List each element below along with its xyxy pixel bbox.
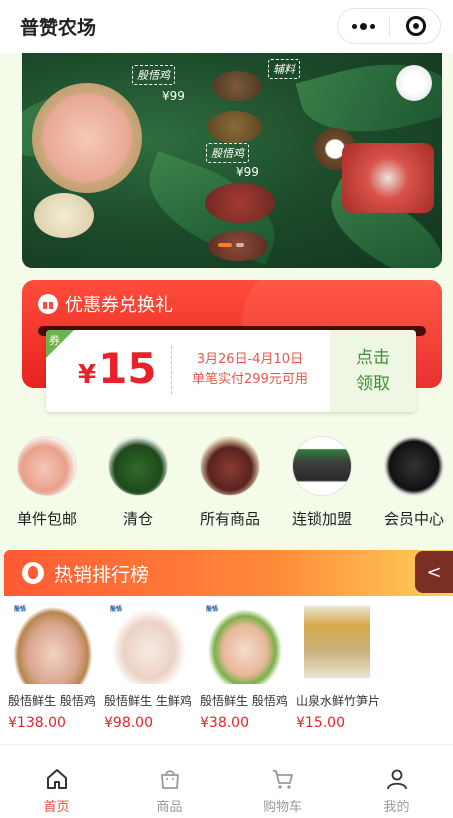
promo-banner[interactable]: 殷悟鸡 辅料 殷悟鸡 ¥99 ¥99 — [22, 53, 442, 268]
category-label: 清仓 — [122, 510, 153, 528]
more-dots-icon — [352, 23, 357, 29]
user-icon — [386, 769, 407, 790]
coupon-value: 15 — [98, 344, 157, 393]
claim-coupon-button[interactable]: 点击 领取 — [330, 330, 416, 412]
close-mini-program-button[interactable] — [390, 9, 441, 43]
category-member-center[interactable]: 会员中心 — [374, 436, 453, 529]
rice-image — [34, 193, 94, 238]
coupon-section-title: 优惠券兑换礼 — [65, 295, 173, 316]
category-label: 单件包邮 — [16, 510, 77, 528]
meat-bowl-image — [205, 183, 275, 223]
coupon-condition: 单笔实付299元可用 — [192, 372, 308, 387]
category-image — [200, 436, 260, 496]
coupon-corner-label: 券 — [49, 334, 60, 347]
category-franchise[interactable]: 连锁加盟 — [282, 436, 362, 529]
hot-sale-title: 热销排行榜 — [54, 564, 150, 586]
mini-program-capsule — [337, 8, 441, 44]
category-clearance[interactable]: 清仓 — [98, 436, 178, 529]
carousel-dot-active — [218, 243, 232, 247]
spice-bowl-image — [207, 111, 262, 143]
category-image — [384, 436, 444, 496]
bottom-tab-bar: 首页 商品 购物车 我的 — [0, 744, 453, 818]
tab-cart[interactable]: 购物车 — [226, 745, 339, 818]
flame-icon — [22, 562, 44, 584]
claim-label-line2: 领取 — [356, 374, 390, 394]
page-title: 普赞农场 — [20, 17, 97, 39]
product-image: 殷悟 — [8, 600, 98, 684]
category-image — [17, 436, 77, 496]
tab-products[interactable]: 商品 — [113, 745, 226, 818]
product-price: ¥15.00 — [296, 715, 345, 731]
category-label: 会员中心 — [383, 510, 444, 528]
product-name: 殷悟鲜生 殷悟鸡 — [200, 694, 288, 708]
spice-bowl-image — [212, 71, 262, 101]
banner-price: ¥99 — [162, 89, 185, 103]
cart-icon — [272, 770, 293, 789]
brand-logo: 殷悟 — [14, 606, 27, 613]
nav-header: 普赞农场 — [0, 0, 453, 53]
coupon-conditions: 3月26日-4月10日 单笔实付299元可用 — [192, 350, 308, 390]
claim-label-line1: 点击 — [356, 348, 390, 368]
product-price: ¥138.00 — [8, 715, 66, 731]
target-circle-icon — [405, 16, 426, 36]
product-image — [304, 600, 370, 684]
coupon-date-range: 3月26日-4月10日 — [196, 352, 304, 367]
product-card[interactable]: 殷悟 殷悟鲜生 殷悟鸡 ¥138.00 — [8, 600, 100, 731]
category-label: 所有商品 — [199, 510, 260, 528]
product-name: 殷悟鲜生 殷悟鸡 — [8, 694, 96, 708]
brand-logo: 殷悟 — [110, 606, 123, 613]
product-name: 山泉水鲜竹笋片 — [296, 694, 381, 708]
category-image — [108, 436, 168, 496]
gift-icon — [38, 294, 58, 314]
product-price: ¥38.00 — [200, 715, 249, 731]
tab-home[interactable]: 首页 — [0, 745, 113, 818]
product-image: 殷悟 — [200, 600, 290, 684]
teacup-image — [396, 65, 432, 101]
more-menu-button[interactable] — [338, 9, 389, 43]
tab-label: 首页 — [43, 800, 70, 815]
coupon-divider — [171, 346, 172, 394]
banner-tag: 殷悟鸡 — [132, 65, 175, 85]
tab-label: 购物车 — [262, 800, 302, 815]
home-icon — [46, 769, 67, 789]
hot-sale-header: 热销排行榜 — [4, 550, 453, 596]
banner-tag: 殷悟鸡 — [206, 143, 249, 163]
tab-label: 商品 — [156, 800, 183, 815]
currency-symbol: ¥ — [78, 360, 97, 390]
beef-plate-image — [342, 143, 434, 213]
banner-price: ¥99 — [236, 165, 259, 179]
carousel-dot — [236, 243, 244, 247]
product-card[interactable]: 山泉水鲜竹笋片 ¥15.00 — [296, 600, 388, 731]
product-list: 殷悟 殷悟鲜生 殷悟鸡 ¥138.00 殷悟 殷悟鲜生 生鲜鸡 ¥98.00 殷… — [0, 596, 453, 744]
product-name: 殷悟鲜生 生鲜鸡 — [104, 694, 192, 708]
collapse-side-tab[interactable]: < — [415, 551, 453, 593]
coupon-amount: ¥15 — [78, 344, 157, 393]
product-price: ¥98.00 — [104, 715, 153, 731]
carousel-indicator — [218, 243, 244, 247]
product-card[interactable]: 殷悟 殷悟鲜生 生鲜鸡 ¥98.00 — [104, 600, 196, 731]
category-label: 连锁加盟 — [291, 510, 352, 528]
shopping-bag-icon — [160, 770, 179, 789]
product-image: 殷悟 — [104, 600, 194, 684]
category-all-products[interactable]: 所有商品 — [190, 436, 270, 529]
chicken-plate-image — [32, 83, 142, 193]
tab-label: 我的 — [383, 800, 410, 815]
product-card[interactable]: 殷悟 殷悟鲜生 殷悟鸡 ¥38.00 — [200, 600, 292, 731]
brand-logo: 殷悟 — [206, 606, 219, 613]
coupon-card[interactable]: 券 ¥15 3月26日-4月10日 单笔实付299元可用 点击 领取 — [46, 330, 416, 412]
category-image — [292, 436, 352, 496]
banner-tag: 辅料 — [268, 59, 300, 79]
category-free-shipping[interactable]: 单件包邮 — [7, 436, 87, 529]
tab-profile[interactable]: 我的 — [340, 745, 453, 818]
